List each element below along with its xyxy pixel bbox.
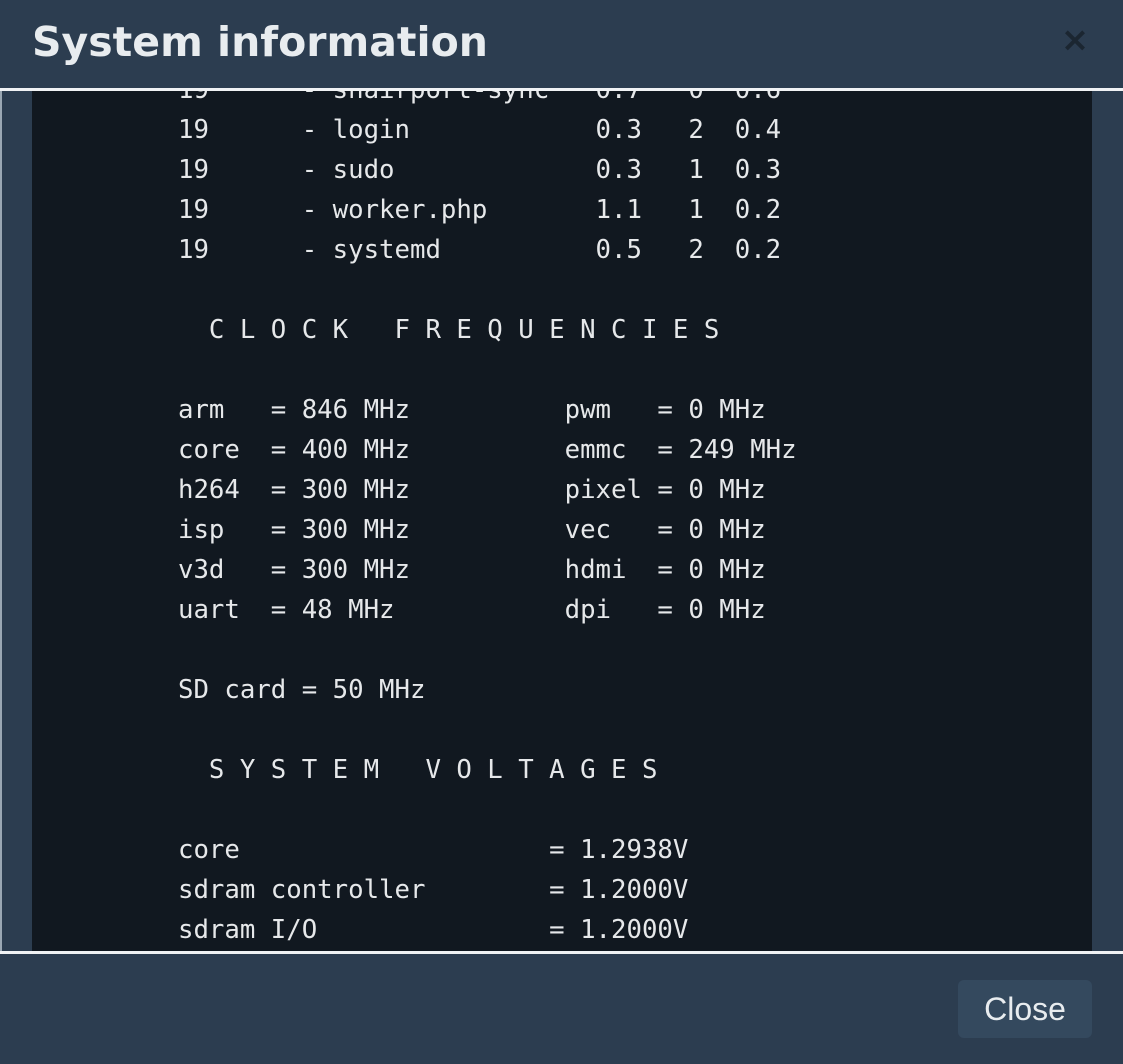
terminal-line: core = 1.2938V bbox=[178, 835, 689, 865]
terminal-line: 19 - sudo 0.3 1 0.3 bbox=[178, 155, 782, 185]
terminal-output-text: 19 - shairport-sync 0.7 0 0.6 19 - login… bbox=[178, 91, 797, 950]
terminal-line: h264 = 300 MHz pixel = 0 MHz bbox=[178, 475, 766, 505]
system-information-dialog: System information × 19 - shairport-sync… bbox=[0, 0, 1123, 1064]
terminal-line: arm = 846 MHz pwm = 0 MHz bbox=[178, 395, 766, 425]
dialog-footer: Close bbox=[0, 954, 1123, 1064]
terminal-line: v3d = 300 MHz hdmi = 0 MHz bbox=[178, 555, 766, 585]
terminal-output-panel[interactable]: 19 - shairport-sync 0.7 0 0.6 19 - login… bbox=[32, 91, 1092, 951]
close-icon[interactable]: × bbox=[1057, 22, 1093, 58]
terminal-line: C L O C K F R E Q U E N C I E S bbox=[178, 315, 720, 345]
close-button[interactable]: Close bbox=[958, 980, 1092, 1038]
terminal-line: isp = 300 MHz vec = 0 MHz bbox=[178, 515, 766, 545]
terminal-line: S Y S T E M V O L T A G E S bbox=[178, 755, 658, 785]
dialog-header: System information × bbox=[0, 0, 1123, 88]
terminal-line: 19 - shairport-sync 0.7 0 0.6 bbox=[178, 91, 781, 105]
terminal-line: uart = 48 MHz dpi = 0 MHz bbox=[178, 595, 766, 625]
dialog-title: System information bbox=[32, 18, 488, 66]
terminal-line: sdram controller = 1.2000V bbox=[178, 875, 689, 905]
terminal-line: 19 - systemd 0.5 2 0.2 bbox=[178, 235, 782, 265]
terminal-line: core = 400 MHz emmc = 249 MHz bbox=[178, 435, 797, 465]
terminal-line: SD card = 50 MHz bbox=[178, 675, 426, 705]
terminal-line: sdram I/O = 1.2000V bbox=[178, 915, 689, 945]
terminal-line: 19 - login 0.3 2 0.4 bbox=[178, 115, 782, 145]
dialog-body[interactable]: 19 - shairport-sync 0.7 0 0.6 19 - login… bbox=[2, 91, 1123, 951]
terminal-line: 19 - worker.php 1.1 1 0.2 bbox=[178, 195, 782, 225]
